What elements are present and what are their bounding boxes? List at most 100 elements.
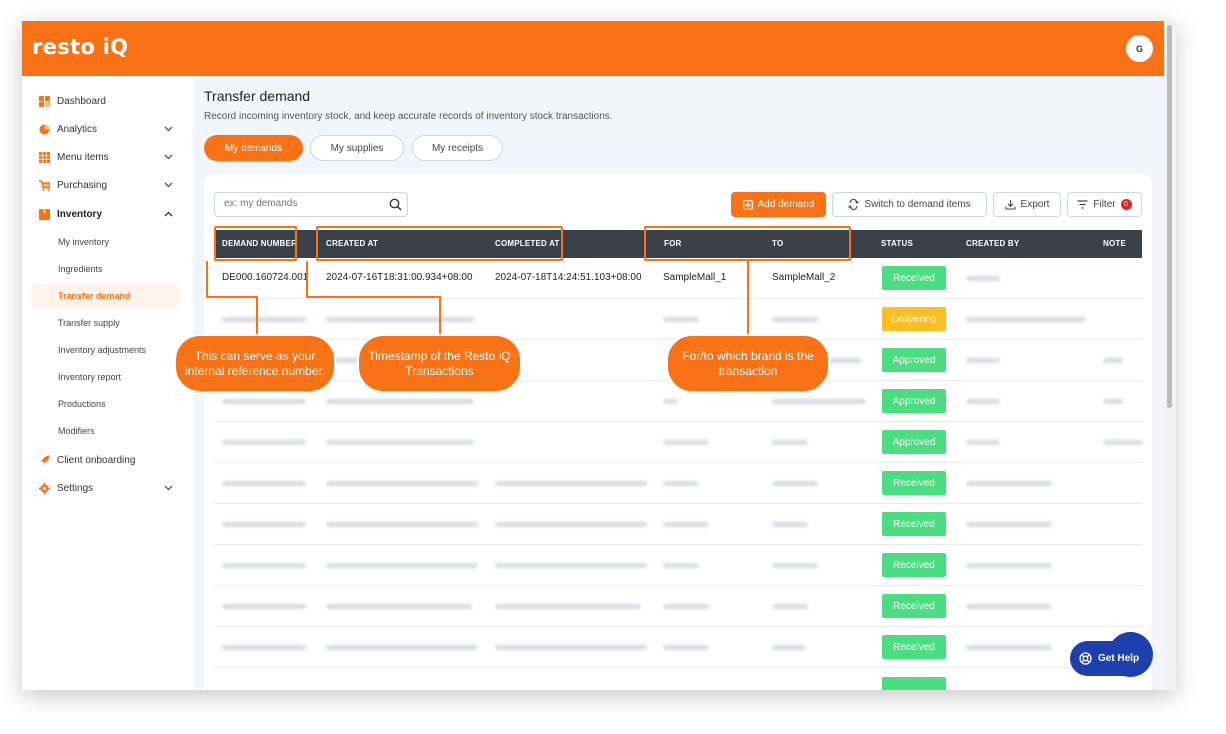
table-row[interactable]: DE000.160724.001 2024-07-16T18:31:00.934…: [214, 258, 1142, 299]
chevron-down-icon: [164, 124, 173, 134]
page-title: Transfer demand: [204, 88, 311, 104]
header-created-by[interactable]: CREATED BY: [966, 239, 1019, 248]
cell-for: SampleMall_1: [663, 272, 727, 283]
sidebar-item-purchasing[interactable]: Purchasing: [22, 175, 193, 195]
blurred-text: [663, 522, 709, 527]
blurred-text: [326, 399, 474, 404]
app-logo[interactable]: resto iQ: [32, 35, 128, 59]
add-demand-label: Add demand: [757, 199, 815, 210]
tab-my-supplies[interactable]: My supplies: [310, 135, 404, 161]
add-demand-button[interactable]: Add demand: [731, 192, 826, 217]
user-avatar[interactable]: G: [1126, 35, 1153, 62]
sidebar-item-analytics[interactable]: Analytics: [22, 119, 193, 139]
cell-demand-number: DE000.160724.001: [222, 272, 309, 283]
sidebar-item-menu-items[interactable]: Menu items: [22, 147, 193, 167]
sidebar-item-dashboard[interactable]: Dashboard: [22, 91, 193, 111]
page-subtitle: Record incoming inventory stock, and kee…: [204, 111, 613, 122]
chevron-down-icon: [164, 152, 173, 162]
blurred-text: [222, 440, 306, 445]
grid-icon: [39, 151, 50, 163]
blurred-text: [495, 604, 641, 609]
blurred-text: [966, 358, 1000, 363]
blurred-text: [1103, 399, 1123, 404]
table-row[interactable]: Received: [214, 586, 1142, 627]
connector-line: [439, 296, 441, 336]
cell-created-at: 2024-07-16T18:31:00.934+08:00: [326, 272, 473, 283]
blurred-text: [222, 563, 306, 568]
sidebar-subitem-my-inventory[interactable]: My inventory: [32, 230, 180, 254]
callout-brand: For/to which brand is the transaction: [666, 334, 830, 393]
sidebar-item-client-onboarding[interactable]: Client onboarding: [22, 450, 193, 470]
sidebar-subitem-transfer-supply[interactable]: Transfer supply: [32, 311, 180, 335]
blurred-text: [495, 522, 647, 527]
search-box[interactable]: [214, 192, 408, 217]
dashboard-icon: [39, 95, 50, 107]
table-row[interactable]: [214, 668, 1142, 690]
table-row[interactable]: Received: [214, 627, 1142, 668]
filter-icon: [1077, 200, 1088, 209]
chevron-down-icon: [164, 180, 173, 190]
blurred-text: [495, 645, 647, 650]
blurred-text: [495, 481, 647, 486]
blurred-text: [663, 604, 709, 609]
blurred-text: [663, 440, 709, 445]
page-scrollbar[interactable]: [1164, 21, 1176, 690]
search-input[interactable]: [224, 198, 384, 209]
sidebar-subitem-ingredients[interactable]: Ingredients: [32, 257, 180, 281]
blurred-text: [663, 399, 677, 404]
export-button[interactable]: Export: [993, 192, 1061, 217]
header-status[interactable]: STATUS: [881, 239, 913, 248]
gear-icon: [39, 482, 50, 494]
tab-my-demands[interactable]: My demands: [204, 135, 303, 161]
blurred-text: [326, 563, 478, 568]
scroll-thumb[interactable]: [1167, 25, 1172, 408]
status-badge: Received: [882, 471, 946, 495]
search-icon[interactable]: [389, 198, 402, 211]
status-badge: Received: [882, 594, 946, 618]
blurred-text: [495, 563, 647, 568]
sidebar-item-label: Inventory: [57, 208, 103, 220]
table-row[interactable]: Received: [214, 504, 1142, 545]
tab-my-receipts[interactable]: My receipts: [412, 135, 503, 161]
download-icon: [1004, 200, 1016, 210]
sidebar-subitem-inventory-adjustments[interactable]: Inventory adjustments: [32, 338, 180, 362]
blurred-text: [326, 440, 474, 445]
sidebar-subitem-inventory-report[interactable]: Inventory report: [32, 365, 180, 389]
rocket-icon: [39, 455, 50, 466]
status-badge: Approved: [882, 348, 946, 372]
get-help-button[interactable]: Get Help: [1070, 641, 1148, 676]
sidebar-subitem-productions[interactable]: Productions: [32, 392, 180, 416]
blurred-text: [326, 604, 472, 609]
switch-label: Switch to demand items: [864, 199, 971, 210]
highlight-timestamps: [316, 226, 563, 261]
sidebar-item-label: Dashboard: [57, 95, 106, 107]
blurred-text: [663, 563, 699, 568]
cart-icon: [39, 179, 50, 191]
subitem-label: Inventory report: [58, 372, 122, 382]
filter-button[interactable]: Filter 0: [1067, 192, 1142, 217]
sidebar-subitem-modifiers[interactable]: Modifiers: [32, 419, 180, 443]
table-row[interactable]: Approved: [214, 422, 1143, 463]
connector-line: [206, 261, 208, 297]
blurred-text: [222, 481, 306, 486]
subitem-label: Ingredients: [58, 264, 103, 274]
highlight-demand-number: [214, 226, 297, 261]
sidebar-item-settings[interactable]: Settings: [22, 478, 193, 498]
status-badge: Delivering: [882, 307, 946, 331]
switch-to-demand-items-button[interactable]: Switch to demand items: [832, 192, 987, 217]
blurred-text: [1103, 440, 1143, 445]
table-row[interactable]: Delivering: [214, 299, 1142, 340]
table-row[interactable]: Received: [214, 545, 1142, 586]
blurred-text: [772, 440, 808, 445]
cell-completed-at: 2024-07-18T14:24:51.103+08:00: [495, 272, 642, 283]
header-note[interactable]: NOTE: [1103, 239, 1126, 248]
table-row[interactable]: Received: [214, 463, 1142, 504]
sidebar-item-label: Client onboarding: [57, 454, 136, 466]
blurred-text: [772, 604, 808, 609]
blurred-text: [966, 481, 1052, 486]
sidebar-subitem-transfer-demand[interactable]: Transfer demand: [32, 284, 180, 308]
blurred-text: [966, 440, 1000, 445]
blurred-text: [966, 563, 1052, 568]
sidebar-item-inventory[interactable]: Inventory: [22, 204, 193, 224]
status-badge: Received: [882, 635, 946, 659]
